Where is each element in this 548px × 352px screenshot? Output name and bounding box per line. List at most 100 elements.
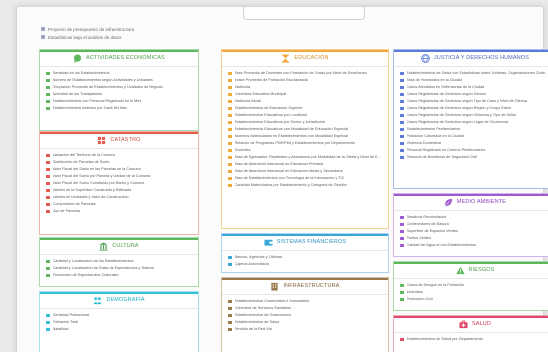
list-item[interactable]: Cobertura de Servicios Sanitarios xyxy=(228,305,382,312)
bullet-icon xyxy=(228,169,232,174)
category-header[interactable]: CULTURA xyxy=(40,238,198,255)
category-header[interactable]: ACTIVIDADES ECONÓMICAS xyxy=(40,50,198,67)
top-search-tab[interactable] xyxy=(243,7,365,20)
item-list: Establecimientos de Salud con Estadístic… xyxy=(394,67,548,161)
list-item[interactable]: Establecimientos de Salud xyxy=(228,319,382,326)
top-link[interactable]: Proyecto de presupuesto de infraestructu… xyxy=(41,25,134,33)
museum-icon xyxy=(99,241,108,251)
list-item[interactable]: Valor Fiscal del Suelo por Parcela y Uni… xyxy=(46,173,192,180)
list-item[interactable]: Densidad en los Establecimientos xyxy=(46,70,192,77)
list-item[interactable]: Contenedores de Basura xyxy=(400,221,548,228)
warning-icon xyxy=(455,266,465,274)
category-header[interactable]: INFRAESTRUCTURA xyxy=(222,278,388,295)
list-item[interactable]: Establecimientos de Salud con Estadístic… xyxy=(400,70,548,77)
list-item[interactable]: Valores en Unidades y Valor de Construcc… xyxy=(46,194,192,201)
list-item[interactable]: Casos de Dengue en la Población xyxy=(400,282,548,289)
list-item[interactable]: Uso de Parcelas xyxy=(46,208,192,215)
list-item[interactable]: Violencia Doméstica xyxy=(400,140,548,147)
list-item[interactable]: Cajeros Automáticos xyxy=(228,261,382,268)
list-item[interactable]: Casos Atendidos en Defensorías de la Ciu… xyxy=(400,84,548,91)
list-item[interactable]: Establecimientos de Educación Superior xyxy=(228,105,382,112)
list-item[interactable]: Puntos Verdes xyxy=(400,235,548,242)
category-header[interactable]: SISTEMAS FINANCIEROS xyxy=(222,234,388,251)
list-item[interactable]: Valuación del Territorio de la Comuna xyxy=(46,152,192,159)
category-header[interactable]: MEDIO AMBIENTE xyxy=(394,194,548,211)
list-item[interactable]: Matrícula xyxy=(228,84,382,91)
list-item[interactable]: Docentes xyxy=(228,147,382,154)
list-item[interactable]: Población Total xyxy=(46,319,192,326)
list-item[interactable]: Índice Promedio de Población Escolarizad… xyxy=(228,77,382,84)
list-item[interactable]: Tasa de Abandono Interanual en Educación… xyxy=(228,168,382,175)
category-header[interactable]: EDUCACIÓN xyxy=(222,50,388,67)
category-header[interactable]: CATASTRO xyxy=(40,132,198,149)
list-item[interactable]: Alumnos Matriculados en Establecimientos… xyxy=(228,133,382,140)
list-item[interactable]: Establecimientos Educativos con Modalida… xyxy=(228,126,382,133)
list-item-label: Puntos Verdes xyxy=(406,236,432,241)
list-item[interactable]: Valor Fiscal del Suelo en las Parcelas d… xyxy=(46,166,192,173)
list-item-label: Uso de Parcelas xyxy=(52,209,81,214)
list-item-label: Matrícula xyxy=(234,85,251,90)
list-item[interactable]: Cantidad y Localización de los Estableci… xyxy=(46,258,192,265)
bullet-icon xyxy=(228,78,232,83)
list-item[interactable]: Tasa de Abandono Interanual en Educación… xyxy=(228,161,382,168)
bullet-icon xyxy=(228,155,232,160)
category-header[interactable]: RIESGOS xyxy=(394,262,548,279)
category-header[interactable]: DEMOGRAFÍA xyxy=(40,292,198,309)
list-item[interactable]: Establecimientos con Personal Registrado… xyxy=(46,98,192,105)
list-item[interactable]: Población Carcelaria en la Ciudad xyxy=(400,133,548,140)
top-link[interactable]: Estadísticas bajo el análisis de datos xyxy=(41,33,134,41)
list-item-label: Establecimientos de Gastronomía xyxy=(234,313,292,318)
list-item[interactable]: Incendios xyxy=(400,289,548,296)
list-item[interactable]: Tasa de Homicidios en la Ciudad xyxy=(400,77,548,84)
list-item[interactable]: Casos Registrados de Derechos según Géne… xyxy=(400,91,548,98)
list-item[interactable]: Número de Establecimientos según Activid… xyxy=(46,77,192,84)
list-item[interactable]: Residuos Recolectados xyxy=(400,214,548,221)
list-item[interactable]: Valor Fiscal del Suelo Construido por Ba… xyxy=(46,180,192,187)
list-item-label: Densidad Poblacional xyxy=(52,313,90,318)
list-item[interactable]: Producción de Espectáculos Culturales xyxy=(46,272,192,279)
list-item[interactable]: Casos Registrados de Derechos según Viol… xyxy=(400,112,548,119)
category-header[interactable]: SALUD xyxy=(394,316,548,333)
list-item[interactable]: Valores de la Superficie Construida y Ed… xyxy=(46,187,192,194)
category-actividades: ACTIVIDADES ECONÓMICAS Densidad en los E… xyxy=(39,49,199,131)
list-item[interactable]: Establecimientos Abiertos por Cada Mil H… xyxy=(46,105,192,112)
list-item[interactable]: Cantidad y Localización de Salas de Espe… xyxy=(46,265,192,272)
list-item-label: Personal Registrado en Centros Penitenci… xyxy=(406,148,486,153)
category-salud: SALUD Establecimientos de Salud por Depa… xyxy=(393,315,548,352)
list-item[interactable]: Natalidad xyxy=(46,326,192,333)
list-item[interactable]: Establecimientos Educativos por Localida… xyxy=(228,112,382,119)
list-item[interactable]: Calidad del Agua en los Establecimientos xyxy=(400,242,548,249)
list-item[interactable]: Distribución de Parcelas de Suelo xyxy=(46,159,192,166)
list-item[interactable]: Matrícula Inicial xyxy=(228,98,382,105)
list-item[interactable]: Ocupación Promedio de Establecimientos y… xyxy=(46,84,192,91)
list-item[interactable]: Casos Registrados de Derechos según Regi… xyxy=(400,105,548,112)
list-item[interactable]: Tasa Promedio de Docentes con Formación … xyxy=(228,70,382,77)
list-item[interactable]: Casos Registrados de Derechos según Luga… xyxy=(400,119,548,126)
list-item-label: Ocupación Promedio de Establecimientos y… xyxy=(52,85,164,90)
list-item[interactable]: Tendido de la Red Vial xyxy=(228,326,382,333)
list-item[interactable]: Establecimientos Educativos por Sector y… xyxy=(228,119,382,126)
category-header[interactable]: JUSTICIA Y DERECHOS HUMANOS xyxy=(394,50,548,67)
list-item[interactable]: Densidad Poblacional xyxy=(46,312,192,319)
list-item[interactable]: Establecimientos de Gastronomía xyxy=(228,312,382,319)
list-item[interactable]: Establecimientos Comerciales e Industria… xyxy=(228,298,382,305)
list-item[interactable]: Actividad de los Trabajadores xyxy=(46,91,192,98)
list-item[interactable]: Bancos, Agencias y Oficinas xyxy=(228,254,382,261)
list-item[interactable]: Personal Registrado en Centros Penitenci… xyxy=(400,147,548,154)
list-item[interactable]: Tasa de Egresados, Repitentes y Abandono… xyxy=(228,154,382,161)
list-item[interactable]: Cantidad Matriculados por Establecimient… xyxy=(228,182,382,189)
list-item[interactable]: Superficie de Espacios Verdes xyxy=(400,228,548,235)
bullet-icon xyxy=(228,320,232,325)
bullet-icon xyxy=(228,306,232,311)
list-item[interactable]: Establecimientos de Salud por Departamen… xyxy=(400,336,548,343)
list-item[interactable]: Protección Civil xyxy=(400,296,548,303)
list-item[interactable]: Composición de Parcelas xyxy=(46,201,192,208)
list-item[interactable]: Relación de Programas PDE/PMI y Establec… xyxy=(228,140,382,147)
list-item[interactable]: Tasa de Establecimientos con Tecnología … xyxy=(228,175,382,182)
list-item[interactable]: Cobertura Educativa Municipal xyxy=(228,91,382,98)
list-item[interactable]: Personal de Bomberos de Seguridad Civil xyxy=(400,154,548,161)
list-item[interactable]: Casos Registrados de Derechos según Tipo… xyxy=(400,98,548,105)
bullet-icon xyxy=(46,78,50,83)
list-item[interactable]: Establecimientos Penitenciarios xyxy=(400,126,548,133)
list-item-label: Docentes xyxy=(234,148,251,153)
